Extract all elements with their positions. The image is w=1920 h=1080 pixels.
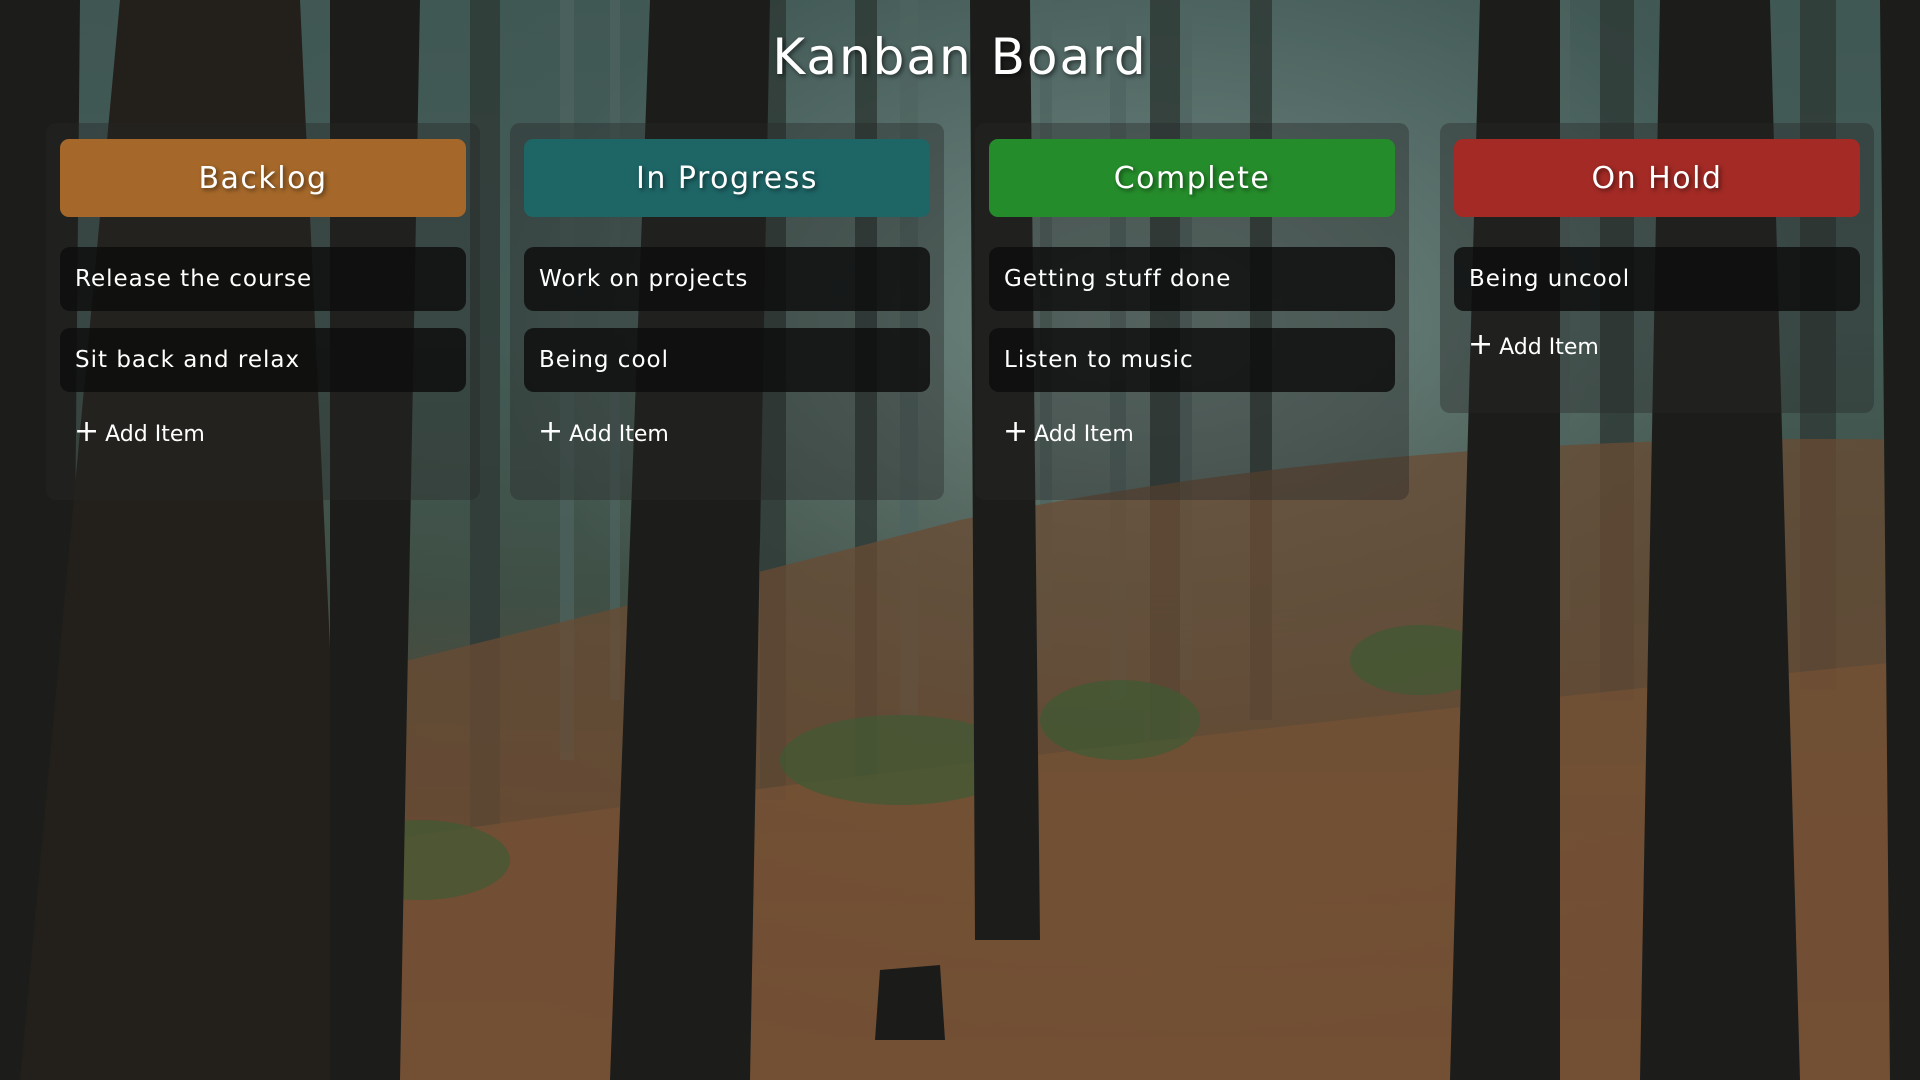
column-header-on-hold: On Hold bbox=[1454, 139, 1860, 217]
plus-icon: + bbox=[1003, 413, 1029, 449]
plus-icon: + bbox=[538, 413, 564, 449]
column-complete: Complete Getting stuff done Listen to mu… bbox=[975, 123, 1409, 500]
kanban-board: Backlog Release the course Sit back and … bbox=[46, 123, 1874, 543]
kanban-card[interactable]: Work on projects bbox=[524, 247, 930, 311]
column-header-complete: Complete bbox=[989, 139, 1395, 217]
column-header-in-progress: In Progress bbox=[524, 139, 930, 217]
page-title: Kanban Board bbox=[772, 28, 1148, 86]
add-item-label: Add Item bbox=[105, 422, 205, 447]
add-item-button-on-hold[interactable]: + Add Item bbox=[1454, 326, 1860, 362]
column-on-hold: On Hold Being uncool + Add Item bbox=[1440, 123, 1874, 413]
kanban-card[interactable]: Listen to music bbox=[989, 328, 1395, 392]
column-in-progress: In Progress Work on projects Being cool … bbox=[510, 123, 944, 500]
add-item-label: Add Item bbox=[1034, 422, 1134, 447]
add-item-label: Add Item bbox=[569, 422, 669, 447]
add-item-button-backlog[interactable]: + Add Item bbox=[60, 413, 466, 449]
kanban-card[interactable]: Getting stuff done bbox=[989, 247, 1395, 311]
add-item-button-complete[interactable]: + Add Item bbox=[989, 413, 1395, 449]
plus-icon: + bbox=[1468, 326, 1494, 362]
kanban-card[interactable]: Being cool bbox=[524, 328, 930, 392]
kanban-card[interactable]: Release the course bbox=[60, 247, 466, 311]
column-header-backlog: Backlog bbox=[60, 139, 466, 217]
add-item-label: Add Item bbox=[1499, 335, 1599, 360]
kanban-card[interactable]: Being uncool bbox=[1454, 247, 1860, 311]
column-backlog: Backlog Release the course Sit back and … bbox=[46, 123, 480, 500]
plus-icon: + bbox=[74, 413, 100, 449]
kanban-card[interactable]: Sit back and relax bbox=[60, 328, 466, 392]
add-item-button-in-progress[interactable]: + Add Item bbox=[524, 413, 930, 449]
